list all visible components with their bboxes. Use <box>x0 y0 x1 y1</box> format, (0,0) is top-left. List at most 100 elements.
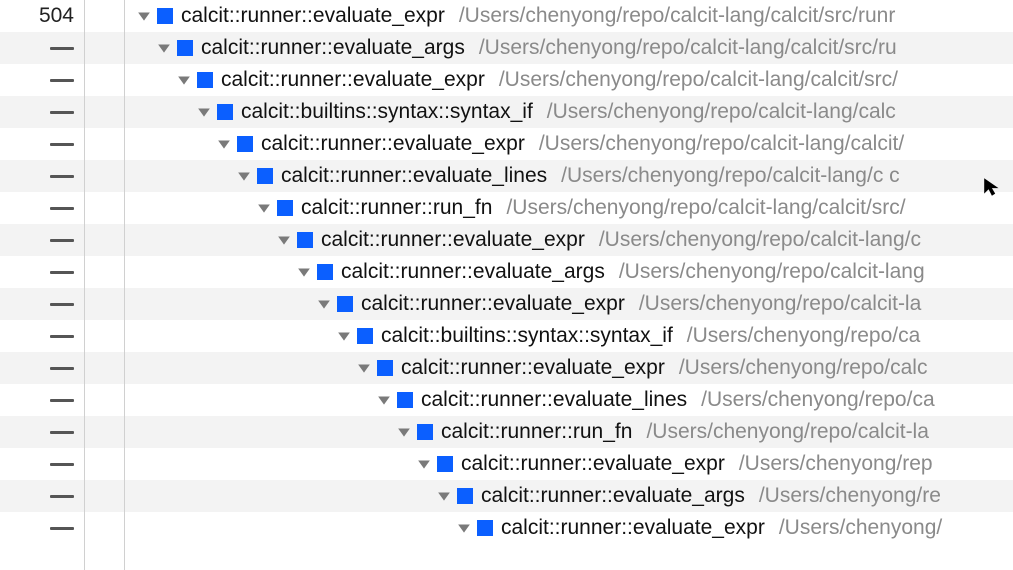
tree-row[interactable]: calcit::runner::evaluate_args/Users/chen… <box>125 32 1013 64</box>
source-path: /Users/chenyong/repo/calcit-lang/calcit/… <box>499 68 898 92</box>
tree-row[interactable]: calcit::runner::evaluate_lines/Users/che… <box>125 384 1013 416</box>
tree-row[interactable]: calcit::runner::evaluate_args/Users/chen… <box>125 480 1013 512</box>
disclosure-triangle-icon[interactable] <box>415 457 433 471</box>
source-path: /Users/chenyong/repo/calcit-lang/calcit/ <box>539 132 904 156</box>
symbol-marker-icon <box>297 232 313 248</box>
symbol-marker-icon <box>477 520 493 536</box>
source-path: /Users/chenyong/repo/calcit-lang/c c <box>561 164 900 188</box>
tree-row[interactable]: calcit::builtins::syntax::syntax_if/User… <box>125 320 1013 352</box>
count-cell <box>0 480 84 512</box>
disclosure-triangle-icon[interactable] <box>155 41 173 55</box>
function-name: calcit::runner::evaluate_expr <box>221 68 485 92</box>
source-path: /Users/chenyong/repo/calcit-la <box>639 292 921 316</box>
disclosure-triangle-icon[interactable] <box>395 425 413 439</box>
disclosure-triangle-icon[interactable] <box>135 9 153 23</box>
spacer-cell <box>85 288 124 320</box>
tree-row[interactable]: calcit::runner::run_fn/Users/chenyong/re… <box>125 416 1013 448</box>
dash-icon <box>50 175 74 178</box>
tree-row[interactable]: calcit::runner::evaluate_expr/Users/chen… <box>125 0 1013 32</box>
dash-icon <box>50 239 74 242</box>
disclosure-triangle-icon[interactable] <box>315 297 333 311</box>
spacer-cell <box>85 32 124 64</box>
tree-row[interactable]: calcit::runner::evaluate_expr/Users/chen… <box>125 512 1013 544</box>
spacer-cell <box>85 352 124 384</box>
disclosure-triangle-icon[interactable] <box>175 73 193 87</box>
tree-row[interactable]: calcit::runner::evaluate_expr/Users/chen… <box>125 128 1013 160</box>
spacer-cell <box>85 0 124 32</box>
symbol-marker-icon <box>237 136 253 152</box>
tree-row[interactable]: calcit::runner::run_fn/Users/chenyong/re… <box>125 192 1013 224</box>
tree-row[interactable]: calcit::runner::evaluate_expr/Users/chen… <box>125 352 1013 384</box>
spacer-cell <box>85 512 124 544</box>
spacer-cell <box>85 256 124 288</box>
count-cell <box>0 288 84 320</box>
spacer-cell <box>85 224 124 256</box>
disclosure-triangle-icon[interactable] <box>335 329 353 343</box>
disclosure-triangle-icon[interactable] <box>355 361 373 375</box>
disclosure-triangle-icon[interactable] <box>275 233 293 247</box>
function-name: calcit::runner::evaluate_lines <box>281 164 547 188</box>
disclosure-triangle-icon[interactable] <box>255 201 273 215</box>
disclosure-triangle-icon[interactable] <box>195 105 213 119</box>
symbol-marker-icon <box>277 200 293 216</box>
dash-icon <box>50 303 74 306</box>
disclosure-triangle-icon[interactable] <box>295 265 313 279</box>
count-cell <box>0 384 84 416</box>
dash-icon <box>50 143 74 146</box>
count-cell <box>0 256 84 288</box>
source-path: /Users/chenyong/re <box>759 484 941 508</box>
source-path: /Users/chenyong/repo/calcit-lang/calc <box>547 100 896 124</box>
disclosure-triangle-icon[interactable] <box>455 521 473 535</box>
count-cell <box>0 64 84 96</box>
dash-icon <box>50 495 74 498</box>
spacer-cell <box>85 128 124 160</box>
tree-row[interactable]: calcit::runner::evaluate_expr/Users/chen… <box>125 288 1013 320</box>
count-cell <box>0 352 84 384</box>
function-name: calcit::runner::evaluate_expr <box>261 132 525 156</box>
function-name: calcit::runner::evaluate_expr <box>401 356 665 380</box>
symbol-marker-icon <box>337 296 353 312</box>
count-gutter: 504 <box>0 0 85 570</box>
disclosure-triangle-icon[interactable] <box>435 489 453 503</box>
function-name: calcit::runner::evaluate_expr <box>501 516 765 540</box>
disclosure-triangle-icon[interactable] <box>235 169 253 183</box>
symbol-marker-icon <box>317 264 333 280</box>
tree-row[interactable]: calcit::runner::evaluate_expr/Users/chen… <box>125 224 1013 256</box>
call-tree[interactable]: calcit::runner::evaluate_expr/Users/chen… <box>125 0 1013 570</box>
count-cell <box>0 96 84 128</box>
dash-icon <box>50 463 74 466</box>
tree-row[interactable]: calcit::runner::evaluate_args/Users/chen… <box>125 256 1013 288</box>
dash-icon <box>50 111 74 114</box>
count-cell <box>0 160 84 192</box>
symbol-marker-icon <box>397 392 413 408</box>
tree-row[interactable]: calcit::runner::evaluate_lines/Users/che… <box>125 160 1013 192</box>
count-cell: 504 <box>0 0 84 32</box>
function-name: calcit::builtins::syntax::syntax_if <box>381 324 673 348</box>
sample-count: 504 <box>39 4 74 28</box>
dash-icon <box>50 335 74 338</box>
dash-icon <box>50 207 74 210</box>
tree-row[interactable]: calcit::runner::evaluate_expr/Users/chen… <box>125 448 1013 480</box>
source-path: /Users/chenyong/repo/calcit-lang/calcit/… <box>459 4 896 28</box>
source-path: /Users/chenyong/rep <box>739 452 933 476</box>
count-cell <box>0 512 84 544</box>
dash-icon <box>50 431 74 434</box>
dash-icon <box>50 79 74 82</box>
spacer-cell <box>85 448 124 480</box>
symbol-marker-icon <box>197 72 213 88</box>
spacer-cell <box>85 384 124 416</box>
spacer-cell <box>85 160 124 192</box>
function-name: calcit::runner::evaluate_expr <box>181 4 445 28</box>
spacer-cell <box>85 64 124 96</box>
function-name: calcit::runner::run_fn <box>441 420 632 444</box>
tree-row[interactable]: calcit::runner::evaluate_expr/Users/chen… <box>125 64 1013 96</box>
function-name: calcit::runner::evaluate_expr <box>321 228 585 252</box>
count-cell <box>0 192 84 224</box>
disclosure-triangle-icon[interactable] <box>215 137 233 151</box>
symbol-marker-icon <box>257 168 273 184</box>
disclosure-triangle-icon[interactable] <box>375 393 393 407</box>
dash-icon <box>50 47 74 50</box>
function-name: calcit::runner::evaluate_args <box>341 260 605 284</box>
tree-row[interactable]: calcit::builtins::syntax::syntax_if/User… <box>125 96 1013 128</box>
dash-icon <box>50 399 74 402</box>
